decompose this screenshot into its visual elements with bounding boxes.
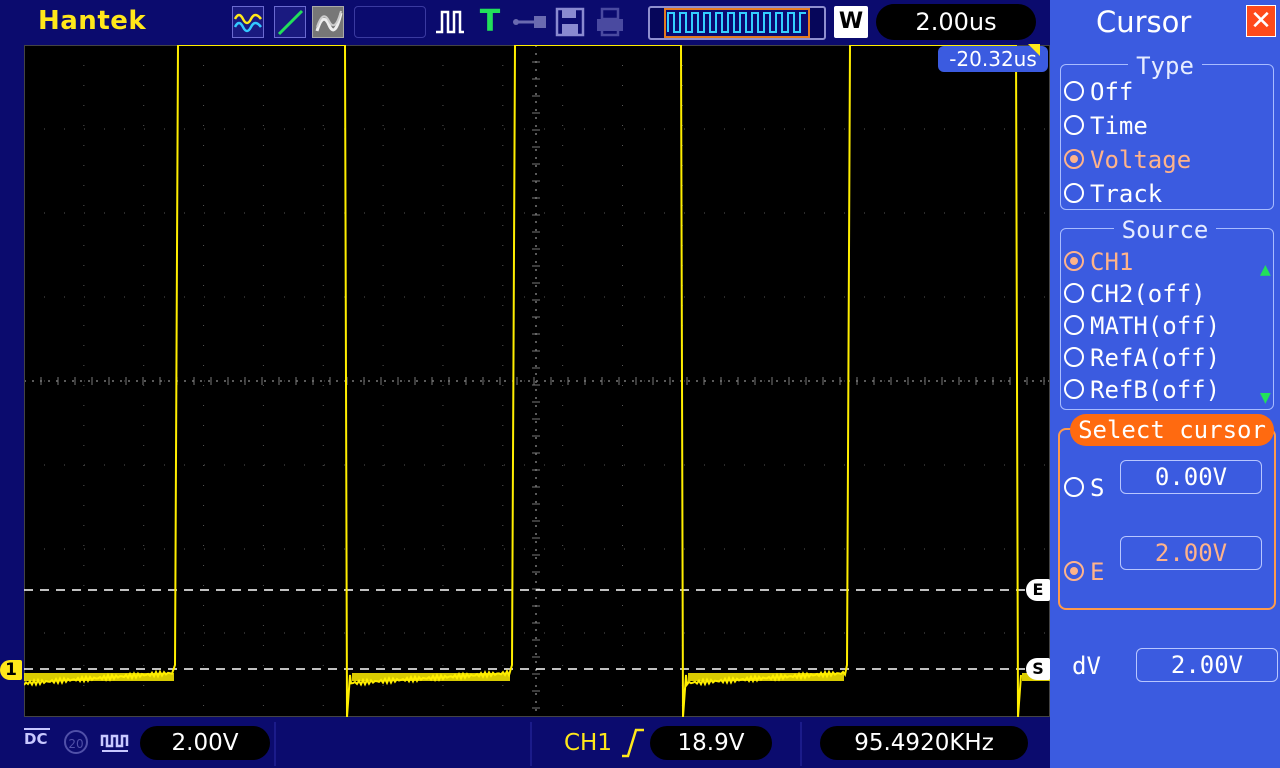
coupling-label: DC bbox=[24, 730, 48, 748]
source-option[interactable]: CH1 bbox=[1064, 248, 1133, 276]
close-icon[interactable]: ✕ bbox=[1246, 5, 1276, 37]
ac-wave-icon bbox=[100, 730, 130, 758]
source-option[interactable]: MATH(off) bbox=[1064, 312, 1220, 340]
radio-icon bbox=[1064, 283, 1084, 303]
graticule bbox=[24, 45, 1050, 717]
persistence-icon[interactable] bbox=[312, 6, 344, 38]
source-group-title: Source bbox=[1050, 216, 1280, 244]
radio-selected-icon bbox=[1064, 561, 1084, 581]
source-option-label: RefA(off) bbox=[1090, 344, 1221, 372]
cursor-e-label: E bbox=[1090, 558, 1105, 586]
source-option[interactable]: CH2(off) bbox=[1064, 280, 1206, 308]
cursor-s-option[interactable]: S bbox=[1064, 474, 1104, 502]
trigger-source: CH1 bbox=[564, 730, 612, 756]
source-option-label: RefB(off) bbox=[1090, 376, 1221, 404]
cursor-s-value[interactable]: 0.00V bbox=[1120, 460, 1262, 494]
type-option-label: Voltage bbox=[1090, 146, 1192, 174]
source-option-label: CH2(off) bbox=[1090, 280, 1206, 308]
trigger-t-icon[interactable]: T bbox=[474, 6, 506, 38]
source-option-label: MATH(off) bbox=[1090, 312, 1221, 340]
type-group-title: Type bbox=[1050, 52, 1280, 80]
source-option-label: CH1 bbox=[1090, 248, 1134, 276]
type-title-text: Type bbox=[1128, 52, 1202, 80]
type-option[interactable]: Voltage bbox=[1064, 146, 1191, 174]
memory-overview[interactable] bbox=[648, 6, 826, 40]
memory-window[interactable] bbox=[664, 8, 810, 38]
type-option-label: Track bbox=[1090, 180, 1163, 208]
radio-icon bbox=[1064, 477, 1084, 497]
radio-icon bbox=[1064, 379, 1084, 399]
trigger-level[interactable]: 18.9V bbox=[650, 726, 772, 760]
radio-icon bbox=[1064, 115, 1084, 135]
top-toolbar: Hantek T W 2.00us bbox=[0, 0, 1050, 44]
radio-icon bbox=[1064, 81, 1084, 101]
cursor-e-marker[interactable]: E bbox=[1026, 579, 1050, 601]
radio-icon bbox=[1064, 347, 1084, 367]
cursor-e-value[interactable]: 2.00V bbox=[1120, 536, 1262, 570]
type-option[interactable]: Time bbox=[1064, 112, 1148, 140]
frequency-readout: 95.4920KHz bbox=[820, 726, 1028, 760]
trigger-position-marker bbox=[1028, 44, 1040, 56]
scroll-down-icon[interactable]: ▼ bbox=[1260, 390, 1271, 406]
waveform-noise-band bbox=[24, 673, 174, 681]
ch1-volts-div[interactable]: 2.00V bbox=[140, 726, 270, 760]
usb-icon bbox=[510, 6, 550, 38]
waveform-display[interactable] bbox=[24, 45, 1050, 717]
delta-v-label: dV bbox=[1072, 652, 1101, 680]
source-option[interactable]: RefA(off) bbox=[1064, 344, 1220, 372]
type-option[interactable]: Track bbox=[1064, 180, 1162, 208]
cursor-e-option[interactable]: E bbox=[1064, 558, 1104, 586]
timebase-readout[interactable]: 2.00us bbox=[876, 4, 1036, 40]
bar-divider bbox=[800, 722, 802, 766]
radio-icon bbox=[1064, 315, 1084, 335]
ch1-ground-marker[interactable]: 1 bbox=[0, 660, 22, 680]
brand-logo: Hantek bbox=[38, 6, 147, 36]
type-option-label: Off bbox=[1090, 78, 1134, 106]
ch1-waveform bbox=[24, 45, 1022, 717]
xy-mode-icon[interactable] bbox=[274, 6, 306, 38]
delta-v-value: 2.00V bbox=[1136, 648, 1278, 682]
status-box bbox=[354, 6, 426, 38]
bar-divider bbox=[530, 722, 532, 766]
scroll-up-icon[interactable]: ▲ bbox=[1260, 262, 1271, 278]
cursor-s-marker[interactable]: S bbox=[1026, 658, 1050, 680]
type-option-label: Time bbox=[1090, 112, 1148, 140]
radio-selected-icon bbox=[1064, 149, 1084, 169]
save-icon[interactable] bbox=[554, 6, 586, 38]
coupling-indicator: DC bbox=[24, 728, 50, 748]
radio-icon bbox=[1064, 183, 1084, 203]
wave-display-icon[interactable] bbox=[232, 6, 264, 38]
radio-selected-icon bbox=[1064, 251, 1084, 271]
type-option[interactable]: Off bbox=[1064, 78, 1133, 106]
trigger-edge-icon[interactable] bbox=[434, 6, 466, 38]
window-zoom-button[interactable]: W bbox=[834, 6, 868, 38]
waveform-noise-band bbox=[352, 673, 510, 681]
select-cursor-title: Select cursor bbox=[1070, 414, 1274, 446]
bandwidth-limit-icon: 20 bbox=[64, 730, 88, 754]
cursor-s-label: S bbox=[1090, 474, 1105, 502]
rising-edge-icon bbox=[620, 728, 646, 762]
print-icon[interactable] bbox=[594, 6, 626, 38]
waveform-noise-band bbox=[688, 673, 844, 681]
source-option[interactable]: RefB(off) bbox=[1064, 376, 1220, 404]
bar-divider bbox=[274, 722, 276, 766]
source-title-text: Source bbox=[1113, 216, 1217, 244]
